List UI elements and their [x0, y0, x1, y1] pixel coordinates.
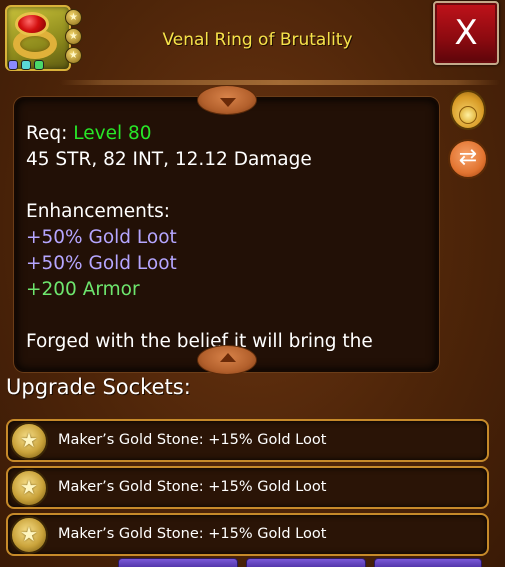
- chevron-up-icon: [220, 353, 236, 362]
- item-description-text: Req: Level 80 45 STR, 82 INT, 12.12 Dama…: [26, 121, 431, 355]
- swap-arrows-icon[interactable]: ⇄: [448, 139, 488, 179]
- enhancements-heading: Enhancements:: [26, 201, 171, 222]
- gold-bag-icon[interactable]: [450, 90, 486, 130]
- header-divider: [60, 80, 500, 85]
- item-tooltip-window: ★ ★ ★ Venal Ring of Brutality X Req: Lev…: [0, 0, 505, 567]
- bottom-tab-1[interactable]: [118, 558, 238, 567]
- rarity-dot-1: [8, 60, 18, 70]
- rarity-dot-3: [34, 60, 44, 70]
- enhancement-gold-loot: +50% Gold Loot: [26, 253, 177, 274]
- scroll-up-button[interactable]: [197, 85, 257, 115]
- close-button[interactable]: X: [433, 1, 499, 65]
- requirement-label: Req:: [26, 123, 68, 144]
- bottom-tab-3[interactable]: [374, 558, 482, 567]
- upgrade-socket-row[interactable]: ★ Maker’s Gold Stone: +15% Gold Loot: [6, 466, 489, 509]
- rarity-dot-2: [21, 60, 31, 70]
- requirement-line: Req: Level 80: [26, 121, 431, 147]
- scroll-down-button[interactable]: [197, 345, 257, 375]
- upgrade-sockets-heading: Upgrade Sockets:: [6, 375, 191, 399]
- enhancement-gold-loot: +50% Gold Loot: [26, 227, 177, 248]
- star-slot-icon-3: ★: [65, 47, 82, 64]
- item-title: Venal Ring of Brutality: [162, 30, 353, 50]
- socket-label: Maker’s Gold Stone: +15% Gold Loot: [58, 526, 327, 542]
- item-description-panel[interactable]: Req: Level 80 45 STR, 82 INT, 12.12 Dama…: [14, 97, 439, 372]
- socket-label: Maker’s Gold Stone: +15% Gold Loot: [58, 479, 327, 495]
- star-slot-icon-2: ★: [65, 28, 82, 45]
- item-stats: 45 STR, 82 INT, 12.12 Damage: [26, 149, 312, 170]
- item-ring-icon: ★ ★ ★: [5, 5, 82, 71]
- red-gem-icon: [15, 12, 49, 36]
- required-level: Level 80: [73, 123, 152, 144]
- upgrade-socket-row[interactable]: ★ Maker’s Gold Stone: +15% Gold Loot: [6, 513, 489, 556]
- enhancement-armor: +200 Armor: [26, 279, 140, 300]
- gold-star-gem-icon: ★: [10, 469, 48, 507]
- upgrade-socket-row[interactable]: ★ Maker’s Gold Stone: +15% Gold Loot: [6, 419, 489, 462]
- bottom-tab-2[interactable]: [246, 558, 366, 567]
- socket-label: Maker’s Gold Stone: +15% Gold Loot: [58, 432, 327, 448]
- gold-coin-icon: [459, 106, 477, 124]
- chevron-down-icon: [220, 98, 236, 107]
- gold-star-gem-icon: ★: [10, 422, 48, 460]
- star-slot-icon-1: ★: [65, 9, 82, 26]
- gold-star-gem-icon: ★: [10, 516, 48, 554]
